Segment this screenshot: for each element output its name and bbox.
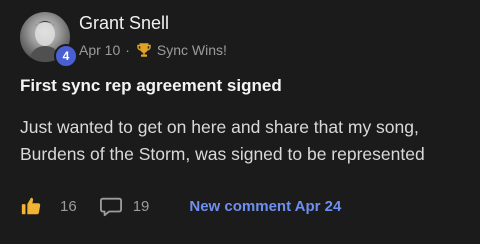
post-title[interactable]: First sync rep agreement signed (20, 76, 282, 96)
badge-label[interactable]: Sync Wins! (157, 42, 227, 58)
trophy-icon (137, 43, 151, 57)
level-badge: 4 (54, 44, 78, 68)
new-comment-link[interactable]: New comment Apr 24 (189, 198, 341, 215)
comment-bubble-icon[interactable] (99, 195, 123, 217)
post-body: Just wanted to get on here and share tha… (20, 117, 425, 164)
thumbs-up-icon[interactable] (20, 195, 42, 217)
post-card[interactable]: 4 Grant Snell Apr 10 · Sync Wins! First … (0, 0, 480, 244)
post-meta: Apr 10 · Sync Wins! (79, 40, 227, 60)
meta-separator: · (125, 42, 130, 58)
comment-count: 19 (132, 197, 150, 215)
author-name[interactable]: Grant Snell (79, 13, 169, 34)
post-footer: 16 19 New comment Apr 24 (20, 192, 341, 220)
post-date: Apr 10 (79, 42, 121, 58)
like-count: 16 (60, 197, 77, 215)
